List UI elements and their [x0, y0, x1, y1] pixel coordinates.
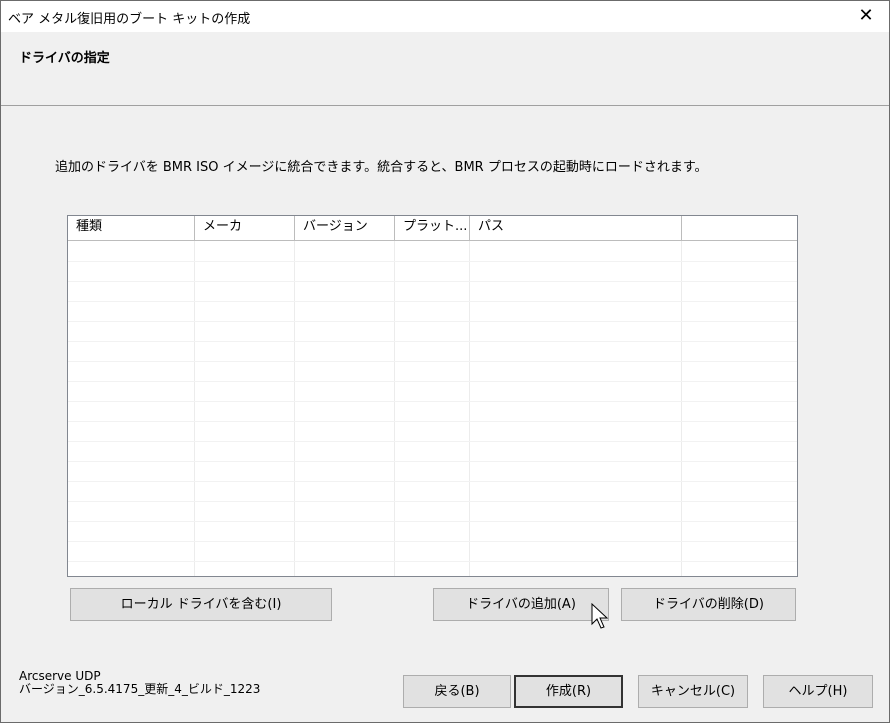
mouse-pointer-icon [591, 603, 609, 629]
column-header-path[interactable]: パス [470, 216, 682, 240]
description-text: 追加のドライバを BMR ISO イメージに統合できます。統合すると、BMR プ… [55, 160, 708, 175]
column-gridline [194, 241, 195, 576]
column-gridline [681, 241, 682, 576]
wizard-header: ドライバの指定 [1, 32, 889, 106]
row-gridline [68, 501, 797, 502]
row-gridline [68, 301, 797, 302]
remove-driver-button[interactable]: ドライバの削除(D) [621, 588, 796, 621]
row-gridline [68, 461, 797, 462]
row-gridline [68, 361, 797, 362]
driver-list-header: 種類 メーカ バージョン プラット... パス [68, 216, 797, 241]
help-button[interactable]: ヘルプ(H) [763, 675, 873, 708]
row-gridline [68, 341, 797, 342]
column-gridline [394, 241, 395, 576]
dialog-window: ベア メタル復旧用のブート キットの作成 ✕ ドライバの指定 追加のドライバを … [0, 0, 890, 723]
back-button[interactable]: 戻る(B) [403, 675, 511, 708]
row-gridline [68, 541, 797, 542]
driver-list-body[interactable] [68, 241, 797, 576]
row-gridline [68, 421, 797, 422]
close-button[interactable]: ✕ [843, 1, 889, 32]
column-header-version[interactable]: バージョン [295, 216, 395, 240]
row-gridline [68, 521, 797, 522]
row-gridline [68, 381, 797, 382]
product-info: Arcserve UDP バージョン_6.5.4175_更新_4_ビルド_122… [19, 670, 260, 696]
row-gridline [68, 401, 797, 402]
close-icon: ✕ [858, 5, 874, 26]
row-gridline [68, 481, 797, 482]
row-gridline [68, 441, 797, 442]
window-title: ベア メタル復旧用のブート キットの作成 [8, 12, 251, 27]
cancel-button[interactable]: キャンセル(C) [638, 675, 748, 708]
driver-list[interactable]: 種類 メーカ バージョン プラット... パス [67, 215, 798, 577]
row-gridline [68, 281, 797, 282]
row-gridline [68, 321, 797, 322]
product-version: バージョン_6.5.4175_更新_4_ビルド_1223 [19, 682, 261, 696]
row-gridline [68, 561, 797, 562]
column-header-platform[interactable]: プラット... [395, 216, 470, 240]
title-bar: ベア メタル復旧用のブート キットの作成 ✕ [1, 1, 889, 32]
column-header-type[interactable]: 種類 [68, 216, 195, 240]
column-header-filler [682, 216, 797, 240]
page-title: ドライバの指定 [19, 51, 110, 66]
column-gridline [469, 241, 470, 576]
create-button[interactable]: 作成(R) [514, 675, 623, 708]
include-local-drivers-button[interactable]: ローカル ドライバを含む(I) [70, 588, 332, 621]
row-gridline [68, 261, 797, 262]
column-header-manufacturer[interactable]: メーカ [195, 216, 295, 240]
column-gridline [294, 241, 295, 576]
add-driver-button[interactable]: ドライバの追加(A) [433, 588, 609, 621]
